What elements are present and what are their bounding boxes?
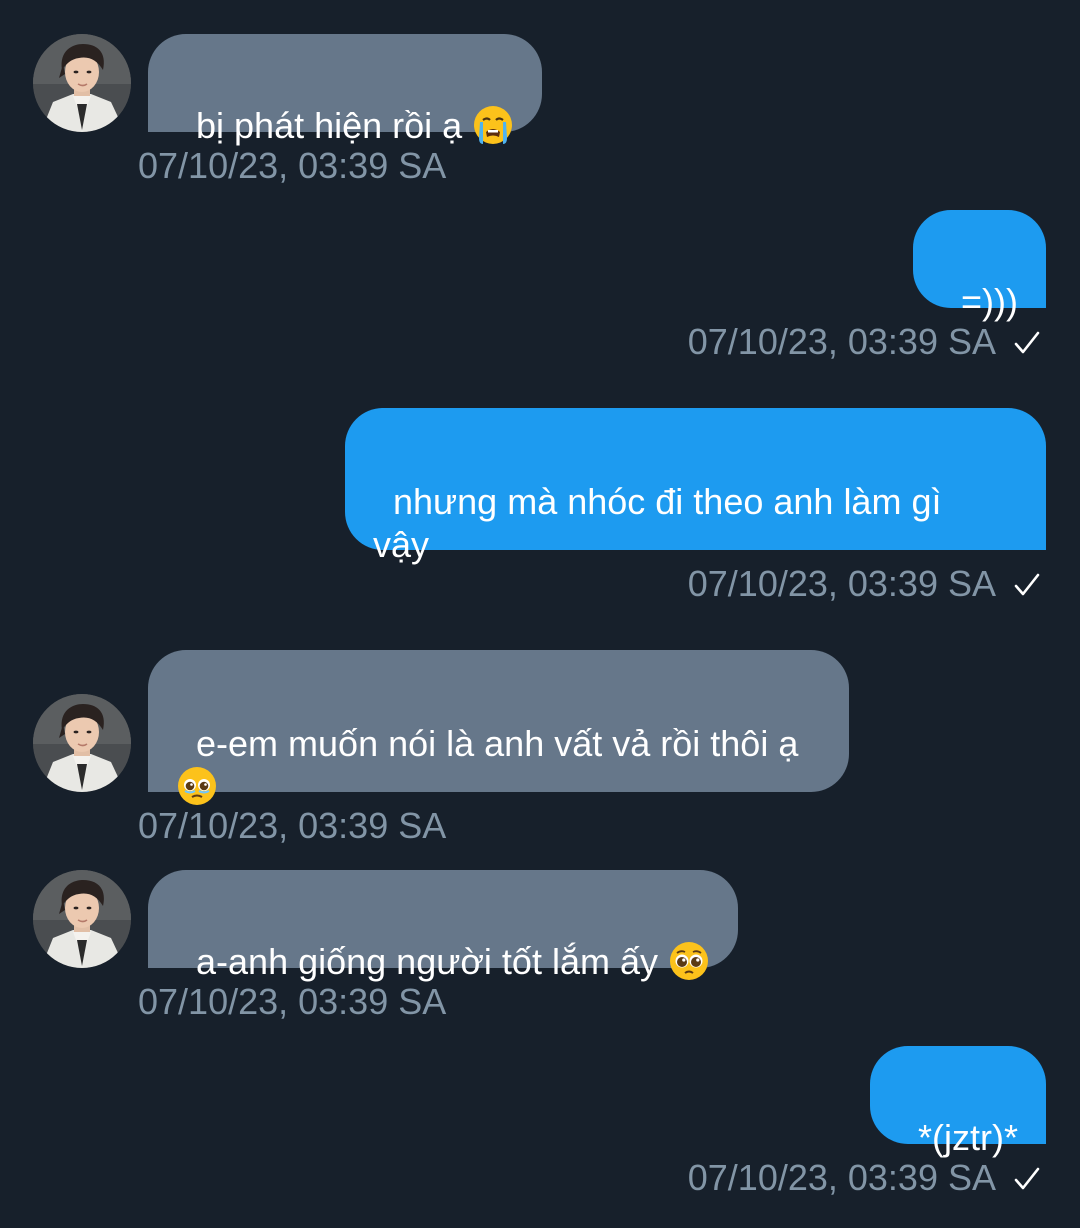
message-status-row: 07/10/23, 03:39 SA [688,320,1042,364]
check-icon [1012,1164,1042,1194]
message-timestamp: 07/10/23, 03:39 SA [138,805,447,846]
message-timestamp: 07/10/23, 03:39 SA [138,145,447,186]
message-bubble-outgoing[interactable]: =))) [912,210,1046,322]
message-text: a-anh giống người tốt lắm ấy [196,941,668,982]
message-bubble-incoming[interactable]: a-anh giống người tốt lắm ấy [148,870,738,982]
pleading-face-emoji-icon [668,940,710,982]
check-icon [1012,328,1042,358]
message-text: bị phát hiện rồi ạ [196,105,473,146]
message-status-row: 07/10/23, 03:39 SA [688,1156,1042,1200]
message-text: =))) [961,281,1018,322]
message-text: e-em muốn nói là anh vất vả rồi thôi ạ [196,723,799,764]
message-text: nhưng mà nhóc đi theo anh làm gì vậy [373,481,942,565]
avatar[interactable] [33,694,131,792]
message-timestamp: 07/10/23, 03:39 SA [687,563,996,604]
message-bubble-incoming[interactable]: bị phát hiện rồi ạ [148,34,543,146]
message-bubble-incoming[interactable]: e-em muốn nói là anh vất vả rồi thôi ạ [148,650,849,792]
face-holding-back-tears-emoji-icon [176,765,218,807]
message-timestamp: 07/10/23, 03:39 SA [687,1157,996,1198]
avatar[interactable] [33,34,131,132]
message-status-row: 07/10/23, 03:39 SA [688,562,1042,606]
message-text: *(jztr)* [918,1117,1018,1158]
check-icon [1012,570,1042,600]
avatar[interactable] [33,870,131,968]
message-timestamp: 07/10/23, 03:39 SA [687,321,996,362]
loudly-crying-face-emoji-icon [472,104,514,146]
message-timestamp: 07/10/23, 03:39 SA [138,981,447,1022]
message-bubble-outgoing[interactable]: *(jztr)* [870,1046,1046,1158]
message-bubble-outgoing[interactable]: nhưng mà nhóc đi theo anh làm gì vậy [345,408,1046,565]
